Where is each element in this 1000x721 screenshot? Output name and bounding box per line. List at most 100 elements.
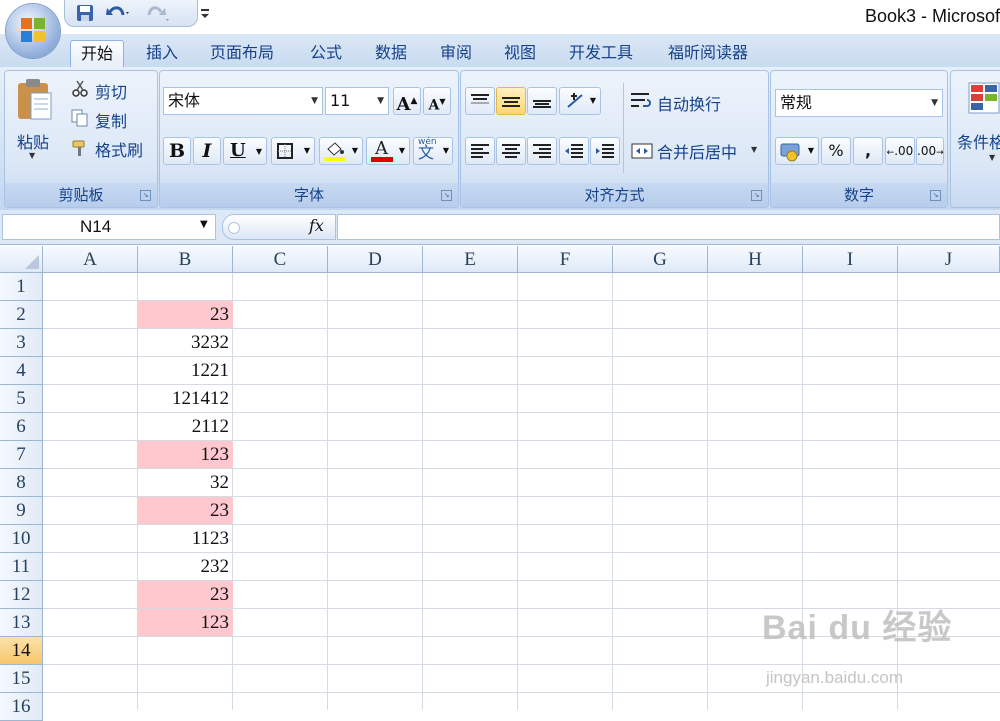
alignment-launcher-icon[interactable]: ↘ [751, 190, 762, 201]
italic-button[interactable]: I [193, 137, 221, 165]
column-header-i[interactable]: I [803, 246, 898, 273]
copy-button[interactable]: 复制 [95, 108, 127, 132]
column-header-a[interactable]: A [43, 246, 138, 273]
row-header-1[interactable]: 1 [0, 273, 43, 301]
cell-b10[interactable]: 1123 [138, 525, 233, 552]
row-header-8[interactable]: 8 [0, 469, 43, 497]
merge-dropdown-icon[interactable]: ▼ [751, 145, 757, 154]
align-left-button[interactable] [465, 137, 495, 165]
row-header-12[interactable]: 12 [0, 581, 43, 609]
row-header-2[interactable]: 2 [0, 301, 43, 329]
expand-handle-icon[interactable] [228, 222, 240, 234]
customize-qat-icon[interactable] [199, 3, 211, 23]
office-button[interactable] [6, 4, 60, 58]
row-header-10[interactable]: 10 [0, 525, 43, 553]
align-center-button[interactable] [496, 137, 526, 165]
accounting-format-button[interactable]: ▼ [775, 137, 819, 165]
tab-review[interactable]: 审阅 [430, 40, 482, 66]
formula-input[interactable] [337, 214, 1000, 240]
cut-button[interactable]: 剪切 [95, 79, 127, 103]
tab-home[interactable]: 开始 [70, 40, 125, 67]
column-header-f[interactable]: F [518, 246, 613, 273]
column-header-g[interactable]: G [613, 246, 708, 273]
cell-b2[interactable]: 23 [138, 301, 233, 328]
cell-b11[interactable]: 232 [138, 553, 233, 580]
number-launcher-icon[interactable]: ↘ [930, 190, 941, 201]
align-right-button[interactable] [527, 137, 557, 165]
grow-font-button[interactable]: A▲ [393, 87, 421, 115]
row-header-14-selected[interactable]: 14 [0, 637, 43, 665]
wrap-text-button[interactable]: 自动换行 [657, 91, 721, 115]
column-header-b[interactable]: B [138, 246, 233, 273]
column-header-h[interactable]: H [708, 246, 803, 273]
align-middle-button[interactable] [496, 87, 526, 115]
tab-page-layout[interactable]: 页面布局 [200, 40, 284, 66]
fill-color-button[interactable]: ▼ [319, 137, 363, 165]
decrease-indent-button[interactable] [559, 137, 589, 165]
format-painter-button[interactable]: 格式刷 [95, 137, 143, 161]
row-header-7[interactable]: 7 [0, 441, 43, 469]
row-header-4[interactable]: 4 [0, 357, 43, 385]
redo-icon[interactable] [145, 3, 171, 23]
alignment-group: ▼ 自动换行 合并后居中 ▼ 对齐方式 ↘ [460, 70, 769, 208]
number-format-value: 常规 [780, 93, 813, 112]
paste-dropdown-icon[interactable]: ▼ [29, 151, 35, 160]
tab-developer[interactable]: 开发工具 [559, 40, 643, 66]
cell-b3[interactable]: 3232 [138, 329, 233, 356]
decrease-decimal-button[interactable]: .00→ [916, 137, 944, 165]
row-header-9[interactable]: 9 [0, 497, 43, 525]
orientation-button[interactable]: ▼ [559, 87, 601, 115]
column-header-j[interactable]: J [898, 246, 1000, 273]
insert-function-button[interactable]: fx [309, 216, 324, 235]
conditional-formatting-button[interactable]: 条件格 [957, 129, 1000, 153]
tab-formulas[interactable]: 公式 [300, 40, 352, 66]
column-header-d[interactable]: D [328, 246, 423, 273]
row-header-16[interactable]: 16 [0, 693, 43, 721]
cell-b12[interactable]: 23 [138, 581, 233, 608]
tab-insert[interactable]: 插入 [136, 40, 188, 66]
comma-button[interactable]: , [853, 137, 883, 165]
cell-b5[interactable]: 121412 [138, 385, 233, 412]
borders-button[interactable]: ▼ [271, 137, 315, 165]
row-header-13[interactable]: 13 [0, 609, 43, 637]
align-bottom-button[interactable] [527, 87, 557, 115]
paste-button[interactable]: 粘贴 [17, 129, 49, 153]
row-header-15[interactable]: 15 [0, 665, 43, 693]
paste-icon[interactable] [15, 77, 55, 123]
cell-b4[interactable]: 1221 [138, 357, 233, 384]
phonetic-guide-button[interactable]: wén 文 ▼ [413, 137, 453, 165]
column-header-c[interactable]: C [233, 246, 328, 273]
tab-view[interactable]: 视图 [494, 40, 546, 66]
cell-b9[interactable]: 23 [138, 497, 233, 524]
align-top-button[interactable] [465, 87, 495, 115]
column-header-e[interactable]: E [423, 246, 518, 273]
row-header-3[interactable]: 3 [0, 329, 43, 357]
tab-foxit-reader[interactable]: 福昕阅读器 [658, 40, 758, 66]
name-box-dropdown-icon[interactable]: ▼ [200, 219, 208, 230]
font-size-select[interactable]: 11 ▼ [325, 87, 389, 115]
increase-decimal-button[interactable]: ←.00 [885, 137, 915, 165]
shrink-font-button[interactable]: A▼ [423, 87, 451, 115]
undo-icon[interactable] [105, 3, 131, 23]
bold-button[interactable]: B [163, 137, 191, 165]
conditional-dropdown-icon[interactable]: ▼ [989, 153, 995, 162]
font-color-button[interactable]: A ▼ [366, 137, 410, 165]
clipboard-launcher-icon[interactable]: ↘ [140, 190, 151, 201]
underline-button[interactable]: U ▼ [223, 137, 267, 165]
cell-b6[interactable]: 2112 [138, 413, 233, 440]
save-icon[interactable] [75, 3, 95, 23]
tab-data[interactable]: 数据 [365, 40, 417, 66]
number-format-select[interactable]: 常规 ▼ [775, 89, 943, 117]
merge-center-button[interactable]: 合并后居中 [657, 139, 737, 163]
percent-button[interactable]: % [821, 137, 851, 165]
cell-b13[interactable]: 123 [138, 609, 233, 636]
row-header-5[interactable]: 5 [0, 385, 43, 413]
name-box[interactable]: N14 [2, 214, 216, 240]
row-header-11[interactable]: 11 [0, 553, 43, 581]
cell-b7[interactable]: 123 [138, 441, 233, 468]
font-name-select[interactable]: 宋体 ▼ [163, 87, 323, 115]
font-launcher-icon[interactable]: ↘ [441, 190, 452, 201]
row-header-6[interactable]: 6 [0, 413, 43, 441]
cell-b8[interactable]: 32 [138, 469, 233, 496]
increase-indent-button[interactable] [590, 137, 620, 165]
